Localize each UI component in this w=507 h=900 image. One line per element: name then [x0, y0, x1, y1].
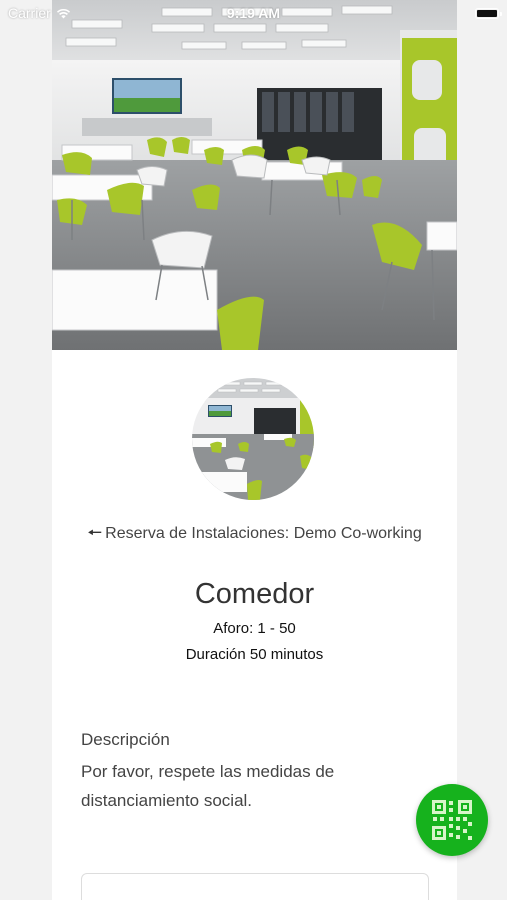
- description-text: Por favor, respete las medidas de distan…: [81, 762, 335, 810]
- status-time: 9:19 AM: [226, 5, 281, 21]
- wifi-icon: [56, 8, 70, 18]
- booking-card: [81, 873, 429, 900]
- facility-avatar: [192, 378, 314, 500]
- status-bar: Carrier 9:19 AM: [0, 0, 507, 26]
- qr-code-icon: [432, 800, 472, 840]
- qr-scan-button[interactable]: [416, 784, 488, 856]
- back-to-reservations-link[interactable]: 🠔 Reserva de Instalaciones: Demo Co-worki…: [82, 520, 427, 546]
- carrier-label: Carrier: [8, 5, 51, 21]
- status-left: Carrier: [8, 5, 71, 21]
- facility-title: Comedor: [194, 578, 315, 610]
- description-heading: Descripción: [81, 730, 170, 749]
- back-link-label: Reserva de Instalaciones: Demo Co-workin…: [105, 525, 422, 542]
- facility-page: 🠔 Reserva de Instalaciones: Demo Co-worki…: [52, 0, 457, 900]
- capacity-label: Aforo: 1 - 50: [213, 620, 296, 637]
- arrow-left-icon: 🠔: [87, 523, 103, 542]
- hero-image: [52, 0, 457, 350]
- duration-label: Duración 50 minutos: [185, 646, 324, 663]
- battery-icon: [475, 7, 502, 19]
